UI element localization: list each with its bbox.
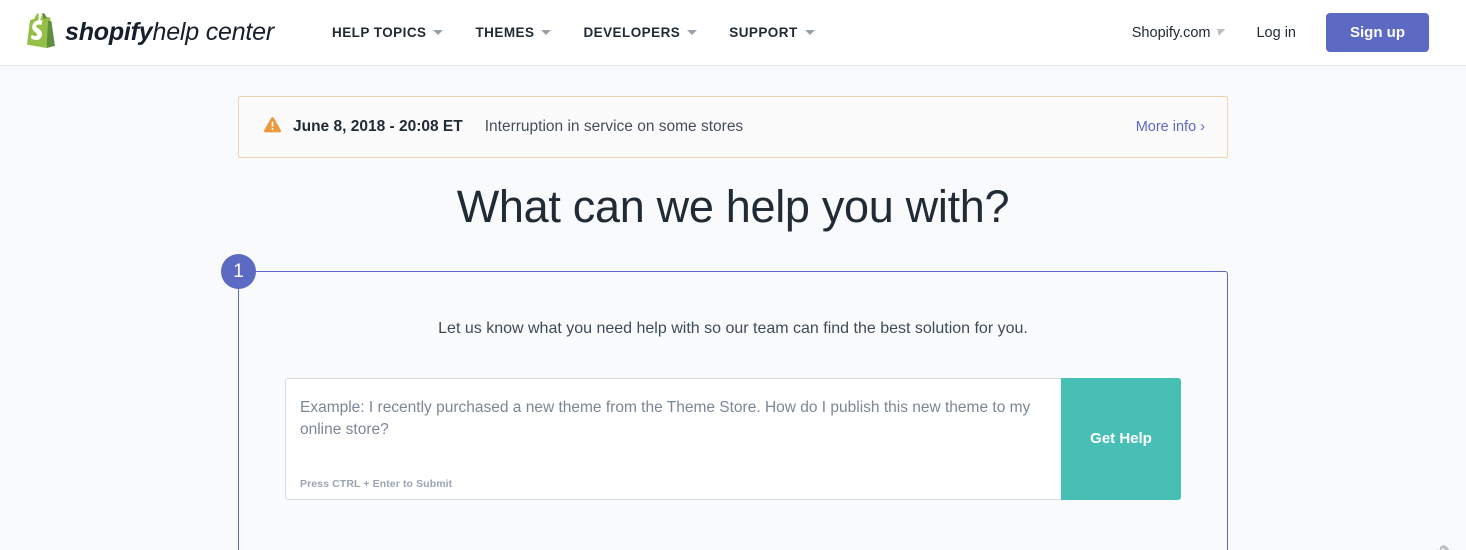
nav-label-support: SUPPORT [729,25,798,40]
shopify-com-link[interactable]: Shopify.com [1116,25,1241,41]
page-title: What can we help you with? [456,181,1010,232]
log-in-link[interactable]: Log in [1240,25,1312,41]
chevron-down-icon [433,30,444,35]
nav-item-support[interactable]: SUPPORT [713,25,830,40]
submit-hint-text: Press CTRL + Enter to Submit [300,477,453,490]
step-number-badge: 1 [221,253,256,289]
main-navigation: HELP TOPICS THEMES DEVELOPERS SUPPORT [316,25,831,40]
warning-triangle-icon [263,116,282,139]
nav-item-developers[interactable]: DEVELOPERS [567,25,713,40]
service-alert-banner: June 8, 2018 - 20:08 ET Interruption in … [238,96,1228,158]
nav-label-help-topics: HELP TOPICS [332,25,427,40]
chevron-down-icon [687,30,698,35]
alert-timestamp: June 8, 2018 - 20:08 ET [293,118,463,135]
header-actions: Shopify.com Log in Sign up [1116,13,1429,52]
brand-name-light: help center [152,18,275,46]
brand-logo[interactable]: shopifyhelp center [26,12,274,53]
watermark-text: WaimaoB2C.com [1273,535,1458,550]
chevron-down-icon [804,30,815,35]
question-input-wrapper[interactable]: Example: I recently purchased a new them… [285,377,1061,500]
step-one-section: 1 Let us know what you need help with so… [221,253,1228,550]
brand-name-strong: shopify [65,18,153,46]
step-one-card: Let us know what you need help with so o… [238,270,1228,550]
ask-question-row: Example: I recently purchased a new them… [285,377,1181,500]
sign-up-button[interactable]: Sign up [1326,13,1429,52]
nav-item-help-topics[interactable]: HELP TOPICS [316,25,459,40]
page-body: June 8, 2018 - 20:08 ET Interruption in … [0,96,1466,550]
alert-message: Interruption in service on some stores [484,118,744,135]
step-lead-text: Let us know what you need help with so o… [438,319,1028,337]
nav-item-themes[interactable]: THEMES [459,25,567,40]
question-input-placeholder: Example: I recently purchased a new them… [300,398,1031,439]
shopify-com-label: Shopify.com [1131,24,1211,41]
brand-wordmark: shopifyhelp center [65,20,274,45]
site-header: shopifyhelp center HELP TOPICS THEMES DE… [0,0,1466,66]
nav-label-developers: DEVELOPERS [583,25,681,40]
alert-more-info-link[interactable]: More info › [1136,119,1205,135]
shopify-bag-icon [26,12,56,53]
log-in-label: Log in [1256,24,1296,41]
chevron-down-icon [541,30,552,35]
get-help-button[interactable]: Get Help [1061,377,1181,500]
chevron-down-icon [1215,29,1226,36]
content-container: June 8, 2018 - 20:08 ET Interruption in … [221,96,1228,550]
nav-label-themes: THEMES [475,25,535,40]
